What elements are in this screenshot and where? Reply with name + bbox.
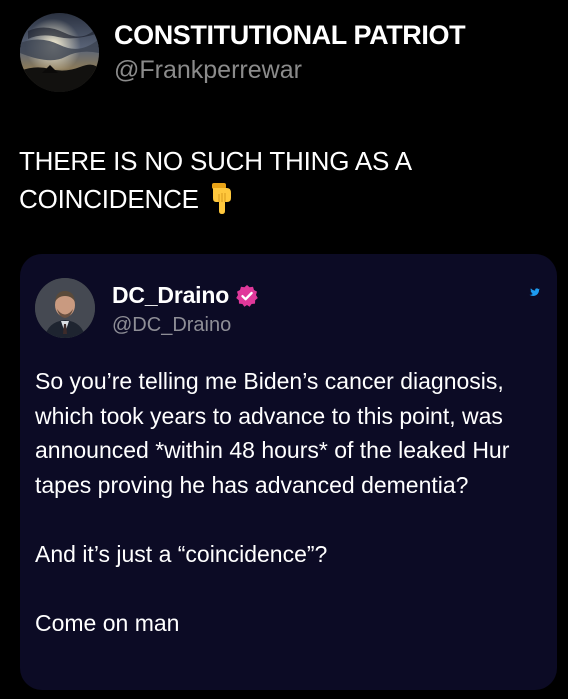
post-text: THERE IS NO SUCH THING AS A COINCIDENCE <box>19 142 549 224</box>
author-handle[interactable]: @Frankperrewar <box>114 56 302 85</box>
man-in-suit-icon <box>35 278 95 338</box>
author-display-name[interactable]: CONSTITUTIONAL PATRIOT <box>114 20 466 51</box>
quoted-author-display-name[interactable]: DC_Draino <box>112 282 229 309</box>
quoted-post-text: So you’re telling me Biden’s cancer diag… <box>35 364 550 640</box>
quoted-paragraph-3: Come on man <box>35 609 180 636</box>
quoted-paragraph-1: So you’re telling me Biden’s cancer diag… <box>35 368 510 498</box>
quoted-post-card[interactable]: DC_Draino @DC_Draino So you’re telling m… <box>20 254 557 690</box>
author-avatar[interactable] <box>20 13 99 92</box>
sunset-clouds-icon <box>20 13 99 92</box>
quoted-paragraph-2: And it’s just a “coincidence”? <box>35 540 328 567</box>
twitter-bird-icon <box>529 288 540 296</box>
quoted-author-avatar[interactable] <box>35 278 95 338</box>
pointing-down-emoji-icon <box>211 182 235 224</box>
quoted-author-handle[interactable]: @DC_Draino <box>112 314 231 337</box>
quoted-author-name-row: DC_Draino <box>112 282 259 309</box>
verified-badge-icon <box>236 284 258 307</box>
